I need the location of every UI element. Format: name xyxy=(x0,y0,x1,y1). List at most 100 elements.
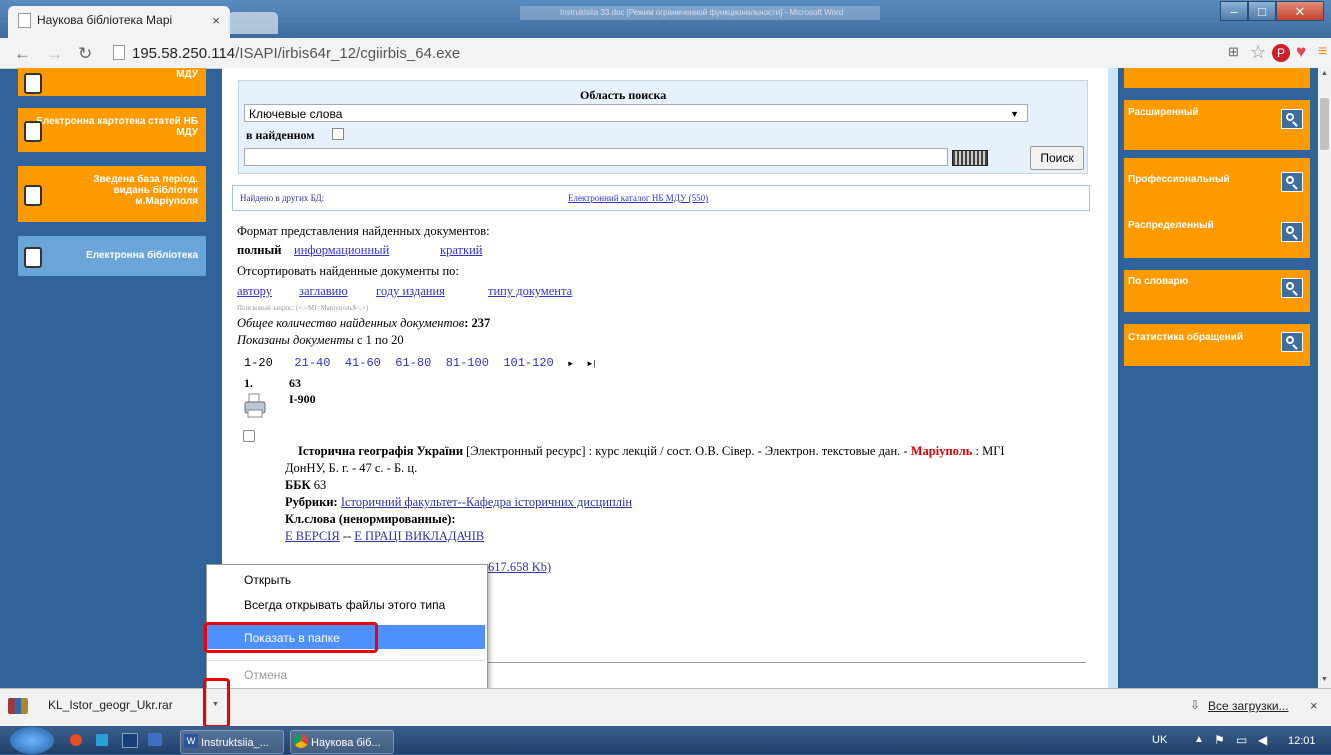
download-filename[interactable]: KL_Istor_geogr_Ukr.rar xyxy=(48,698,173,712)
page-link[interactable]: 81-100 xyxy=(446,356,489,370)
file-size-link[interactable]: 617.658 Kb) xyxy=(488,560,551,575)
shown-range: Показаны документы с 1 по 20 xyxy=(237,333,404,348)
format-label: Формат представления найденных документо… xyxy=(237,224,490,238)
search-button[interactable]: Поиск xyxy=(1030,146,1084,170)
sidebar-item-top[interactable] xyxy=(1124,68,1310,88)
last-page-icon[interactable]: ►| xyxy=(587,360,597,369)
database-icon xyxy=(24,247,42,268)
forward-arrow-icon[interactable]: → xyxy=(46,44,63,64)
format-info-link[interactable]: информационный xyxy=(294,243,389,258)
magnifier-icon[interactable] xyxy=(1281,278,1303,298)
divider xyxy=(486,662,1086,663)
browser-tab[interactable]: Наукова бібліотека Марі × xyxy=(8,6,230,38)
app-icon[interactable] xyxy=(96,734,108,746)
search-query-input[interactable] xyxy=(244,148,948,166)
download-bar-close-icon[interactable]: × xyxy=(1310,698,1318,713)
page-scrollbar[interactable] xyxy=(1318,68,1331,688)
scroll-up-icon[interactable]: ▲ xyxy=(1321,70,1328,77)
magnifier-icon[interactable] xyxy=(1281,332,1303,352)
minimize-button[interactable]: – xyxy=(1220,1,1248,21)
menu-item-always-open[interactable]: Всегда открывать файлы этого типа xyxy=(244,598,445,612)
network-icon[interactable]: ▭ xyxy=(1236,733,1247,747)
magnifier-icon[interactable] xyxy=(1281,109,1303,129)
rubric-label: Рубрики: xyxy=(285,495,338,509)
highlight-outline xyxy=(203,678,230,728)
rubric-link[interactable]: Історичний факультет--Кафедра історичних… xyxy=(341,495,632,509)
page-link[interactable]: 21-40 xyxy=(294,356,330,370)
reload-icon[interactable]: ↻ xyxy=(78,44,92,64)
sort-author-link[interactable]: автору xyxy=(237,284,272,299)
bbk-label: ББК xyxy=(285,478,311,492)
menu-item-open[interactable]: Открыть xyxy=(244,573,291,587)
sidebar-item-label: Електронна картотека статей НБ МДУ xyxy=(36,116,198,138)
sort-year-link[interactable]: году издания xyxy=(376,284,445,299)
page-link[interactable]: 101-120 xyxy=(503,356,553,370)
word-icon: W xyxy=(184,734,198,748)
chrome-icon xyxy=(294,734,308,748)
record-checkbox[interactable] xyxy=(243,430,255,442)
opera-icon[interactable] xyxy=(70,734,82,746)
start-button[interactable] xyxy=(10,727,54,754)
clock[interactable]: 12:01 xyxy=(1288,735,1316,747)
stats-button[interactable]: Статистика обращений xyxy=(1124,324,1310,366)
close-window-button[interactable]: ✕ xyxy=(1276,1,1324,21)
menu-item-cancel[interactable]: Отмена xyxy=(244,668,287,682)
scroll-down-icon[interactable]: ▼ xyxy=(1321,676,1328,683)
pinterest-icon[interactable]: P xyxy=(1272,44,1290,62)
tab-close-icon[interactable]: × xyxy=(212,13,220,28)
format-short-link[interactable]: краткий xyxy=(440,243,482,258)
download-bar xyxy=(0,688,1331,727)
bookmark-star-icon[interactable]: ☆ xyxy=(1250,42,1266,63)
in-found-checkbox[interactable] xyxy=(332,128,344,140)
search-mode-extended[interactable]: Расширенный xyxy=(1124,100,1310,150)
sort-type-link[interactable]: типу документа xyxy=(488,284,572,299)
keywords: Е ВЕРСІЯ -- Е ПРАЦІ ВИКЛАДАЧІВ xyxy=(285,529,484,544)
next-page-icon[interactable]: ► xyxy=(568,360,573,369)
shown-value: с 1 по 20 xyxy=(356,333,404,347)
search-mode-dictionary[interactable]: По словарю xyxy=(1124,270,1310,312)
pocket-icon[interactable]: ♥ xyxy=(1296,42,1306,62)
volume-icon[interactable]: ◀ xyxy=(1258,733,1267,747)
record-bbk: ББК 63 xyxy=(285,478,326,493)
sort-label: Отсортировать найденные документы по: xyxy=(237,264,459,278)
tray-arrow-icon[interactable]: ▲ xyxy=(1194,734,1204,745)
sort-title-link[interactable]: заглавию xyxy=(299,284,348,299)
sidebar-item-label: МДУ xyxy=(176,69,198,80)
sidebar-item-mdu[interactable]: МДУ xyxy=(18,68,206,96)
scrollbar-thumb[interactable] xyxy=(1320,98,1329,150)
translate-icon[interactable]: ⊞ xyxy=(1228,44,1239,60)
photoshop-icon[interactable] xyxy=(122,733,138,748)
sidebar-item-e-library[interactable]: Електронна бібліотека xyxy=(18,236,206,276)
search-mode-professional[interactable]: Профессиональный xyxy=(1124,158,1310,214)
app-icon[interactable] xyxy=(148,733,162,746)
total-count: Общее количество найденных документов: 2… xyxy=(237,316,490,331)
sidebar-item-articles-card[interactable]: Електронна картотека статей НБ МДУ xyxy=(18,108,206,152)
url-path: /ISAPI/irbis64r_12/cgiirbis_64.exe xyxy=(235,45,461,62)
search-mode-label: Распределенный xyxy=(1128,220,1214,231)
keyword-link[interactable]: Е ВЕРСІЯ xyxy=(285,529,340,543)
background-window-title: Instruktsiia 33.doc [Режим ограниченной … xyxy=(520,6,880,20)
back-arrow-icon[interactable]: ← xyxy=(14,44,31,64)
maximize-button[interactable]: □ xyxy=(1248,1,1276,21)
catalog-link[interactable]: Електронний каталог НБ МДУ (550) xyxy=(568,193,708,203)
page-link[interactable]: 61-80 xyxy=(395,356,431,370)
magnifier-icon[interactable] xyxy=(1281,222,1303,242)
all-downloads-link[interactable]: Все загрузки... xyxy=(1208,699,1289,713)
sidebar-item-periodicals[interactable]: Зведена база період. видань бібліотек м.… xyxy=(18,166,206,222)
record-title-line: Історична географія України [Электронный… xyxy=(298,444,1098,459)
page-link[interactable]: 41-60 xyxy=(345,356,381,370)
new-tab-button[interactable] xyxy=(228,12,278,34)
printer-icon[interactable] xyxy=(244,393,266,419)
address-bar[interactable]: 195.58.250.114/ISAPI/irbis64r_12/cgiirbi… xyxy=(113,43,1213,65)
search-mode-distributed[interactable]: Распределенный xyxy=(1124,214,1310,258)
magnifier-icon[interactable] xyxy=(1281,172,1303,192)
flag-icon[interactable]: ⚑ xyxy=(1214,733,1225,747)
language-indicator[interactable]: UK xyxy=(1152,734,1167,746)
taskbar-label: Instruktsiia_... xyxy=(201,737,269,749)
record-line2: ДонНУ, Б. г. - 47 с. - Б. ц. xyxy=(285,461,418,475)
search-field-select[interactable]: Ключевые слова ▼ xyxy=(244,104,1028,122)
keyboard-icon[interactable] xyxy=(952,150,988,166)
search-mode-label: Статистика обращений xyxy=(1128,332,1243,343)
keyword-link[interactable]: Е ПРАЦІ ВИКЛАДАЧІВ xyxy=(354,529,484,543)
menu-icon[interactable]: ≡ xyxy=(1318,43,1327,61)
